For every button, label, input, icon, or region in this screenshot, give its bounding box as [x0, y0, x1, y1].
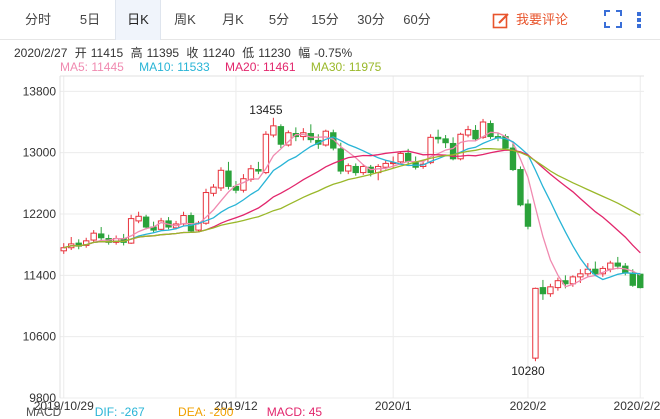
extreme-value-label: 10280 — [511, 364, 545, 378]
kline-chart[interactable]: 980010600114001220013000138002019/10/29 2… — [0, 0, 660, 415]
candle-body — [457, 133, 464, 160]
candle-body — [464, 129, 472, 136]
extreme-value-label: 13455 — [249, 103, 283, 117]
candle-body — [472, 129, 479, 140]
candle-body — [524, 203, 532, 227]
candle-body — [397, 152, 404, 163]
candle-body — [255, 169, 262, 172]
candle-body — [60, 247, 67, 252]
x-tick-label: 2020/2 — [510, 399, 547, 413]
candle-body — [637, 273, 644, 289]
candle-body — [277, 126, 285, 145]
candle-body — [442, 138, 449, 144]
macd-dif: DIF: -267 — [94, 405, 145, 419]
candle-body — [547, 286, 554, 295]
candle-body — [532, 287, 539, 359]
candle-body — [90, 232, 97, 241]
y-tick-label: 11400 — [24, 268, 57, 282]
candle-body — [225, 170, 232, 187]
candle-body — [607, 262, 614, 270]
macd-title: MACD — [26, 405, 62, 419]
candle-body — [217, 169, 225, 189]
y-tick-label: 13000 — [23, 146, 57, 160]
candle-body — [352, 165, 359, 174]
candle-body — [554, 280, 562, 289]
candle-body — [345, 165, 352, 172]
macd-legend: MACD DIF: -267 DEA: -200 MACD: 45 — [26, 405, 352, 419]
candle-body — [135, 215, 142, 222]
y-tick-label: 10600 — [23, 330, 57, 344]
candle-body — [382, 162, 389, 168]
candle-body — [270, 125, 277, 136]
candle-body — [487, 123, 494, 138]
candle-body — [614, 262, 621, 267]
candle-body — [142, 216, 150, 228]
x-tick-label: 2020/1 — [375, 399, 412, 413]
candle-body — [360, 165, 367, 174]
y-tick-label: 13800 — [23, 84, 57, 98]
macd-dea: DEA: -200 — [178, 405, 234, 419]
candle-body — [539, 287, 547, 295]
candle-body — [262, 133, 270, 174]
candle-body — [404, 152, 412, 162]
y-tick-label: 12200 — [23, 207, 57, 221]
candle-body — [210, 186, 217, 194]
candle-body — [629, 272, 636, 286]
candle-body — [247, 168, 255, 180]
macd-value: MACD: 45 — [266, 405, 323, 419]
candle-body — [517, 169, 524, 206]
candle-body — [97, 233, 105, 239]
ma10-line — [63, 136, 641, 281]
candle-body — [180, 215, 187, 225]
x-tick-label: 2020/2/27 — [614, 399, 660, 413]
candle-body — [240, 178, 247, 191]
candle-body — [434, 136, 442, 140]
ma20-line — [63, 149, 641, 254]
candle-body — [577, 273, 584, 278]
